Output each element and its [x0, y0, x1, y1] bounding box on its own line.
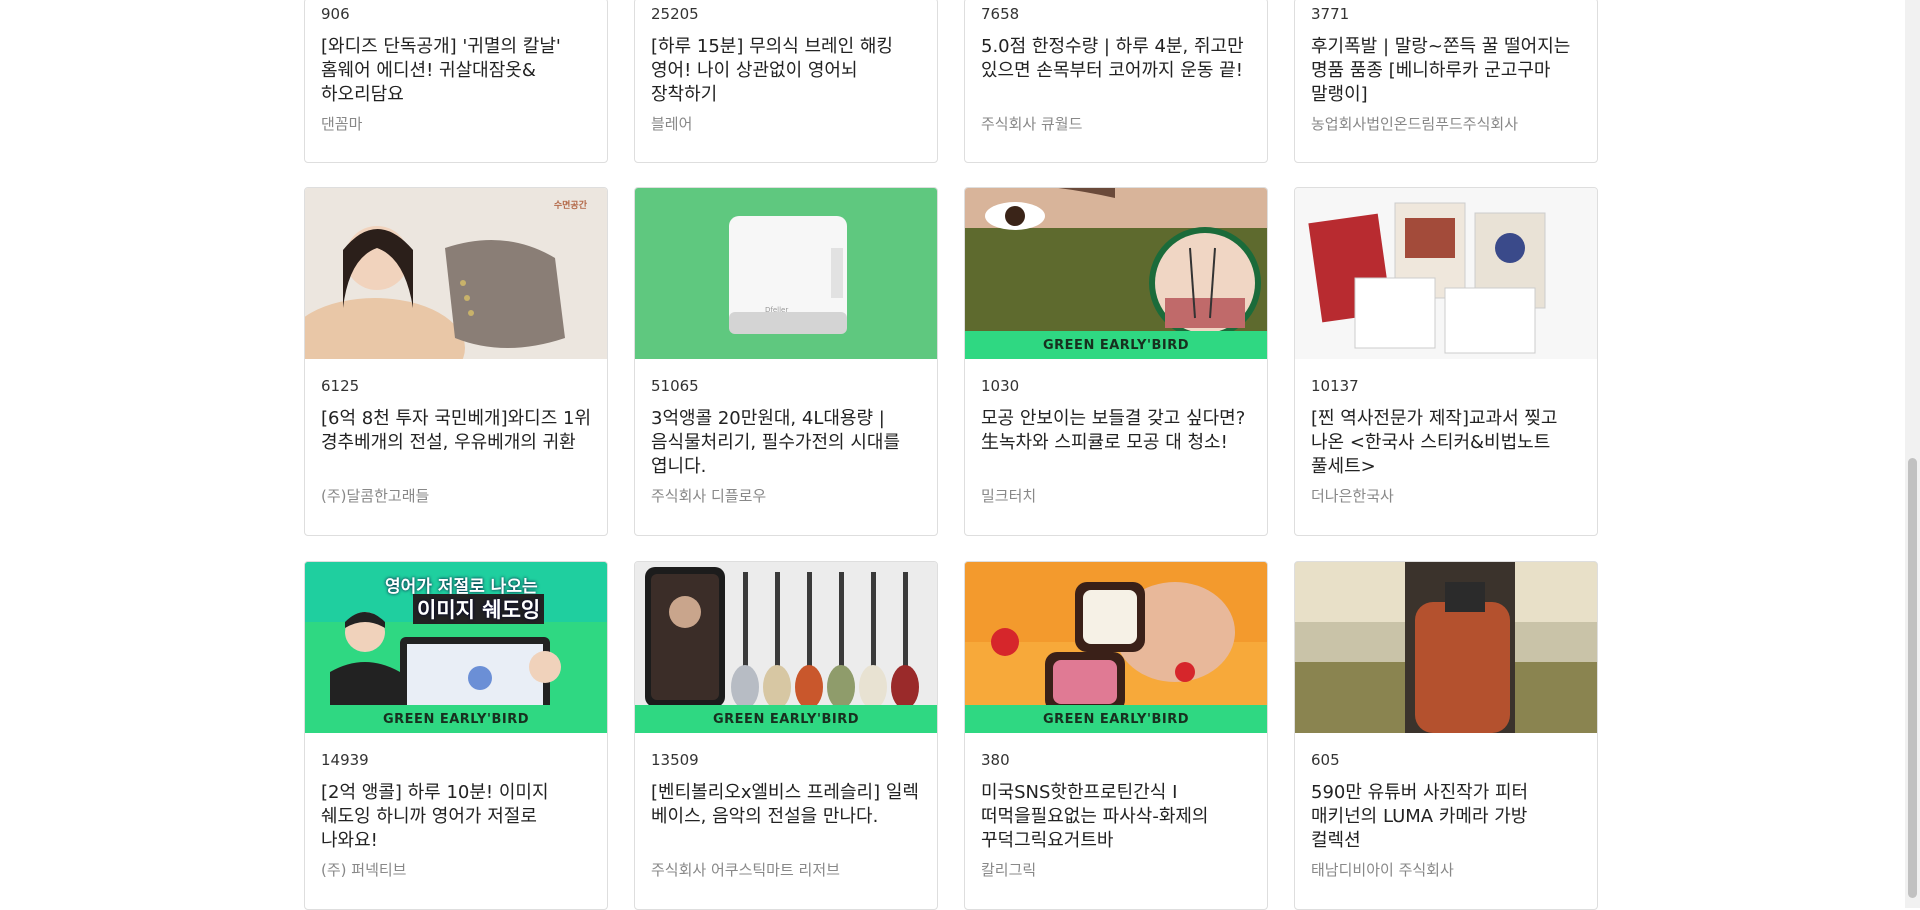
bass-guitars-photo[interactable]: GREEN EARLY'BIRD — [635, 562, 937, 733]
supporter-count: 7658 — [981, 5, 1020, 23]
maker-name[interactable]: 밀크터치 — [981, 486, 1251, 506]
project-title[interactable]: 5.0점 한정수량 | 하루 4분, 쥐고만 있으면 손목부터 코어까지 운동 … — [981, 35, 1251, 107]
supporter-count: 51065 — [651, 377, 699, 395]
project-card[interactable]: Dfeller 51065 3억앵콜 20만원대, 4L대용량 | 음식물처리기… — [634, 187, 938, 536]
supporter-count: 6125 — [321, 377, 360, 395]
pillow-photo[interactable]: 수면공간 — [305, 188, 607, 359]
brand-logo-text: 수면공간 — [553, 201, 587, 211]
project-title[interactable]: [찐 역사전문가 제작]교과서 찢고 나온 <한국사 스티커&비법노트 풀세트> — [1311, 407, 1581, 479]
supporter-count: 14939 — [321, 751, 369, 769]
project-title[interactable]: [2억 앵콜] 하루 10분! 이미지 쉐도잉 하니까 영어가 저절로 나와요! — [321, 781, 591, 853]
supporter-count: 25205 — [651, 5, 699, 23]
supporter-count: 380 — [981, 751, 1010, 769]
project-card[interactable]: GREEN EARLY'BIRD 380 미국SNS핫한프로틴간식 I 떠먹을필… — [964, 561, 1268, 910]
vertical-scrollbar[interactable] — [1905, 0, 1920, 908]
project-card[interactable]: 7658 5.0점 한정수량 | 하루 4분, 쥐고만 있으면 손목부터 코어까… — [964, 0, 1268, 163]
maker-name[interactable]: (주) 퍼넥티브 — [321, 860, 591, 880]
maker-name[interactable]: 주식회사 디플로우 — [651, 486, 921, 506]
project-title[interactable]: 3억앵콜 20만원대, 4L대용량 | 음식물처리기, 필수가전의 시대를 엽니… — [651, 407, 921, 479]
project-title[interactable]: 590만 유튜버 사진작가 피터 매키넌의 LUMA 카메라 가방 컬렉션 — [1311, 781, 1581, 853]
supporter-count: 10137 — [1311, 377, 1359, 395]
green-early-bird-banner: GREEN EARLY'BIRD — [635, 705, 937, 733]
project-card[interactable]: 수면공간 6125 [6억 8천 투자 국민베개]와디즈 1위 경추베개의 전설… — [304, 187, 608, 536]
project-title[interactable]: [하루 15분] 무의식 브레인 해킹 영어! 나이 상관없이 영어뇌 장착하기 — [651, 35, 921, 107]
project-title[interactable]: [6억 8천 투자 국민베개]와디즈 1위 경추베개의 전설, 우유베개의 귀환 — [321, 407, 591, 479]
supporter-count: 3771 — [1311, 5, 1350, 23]
maker-name[interactable]: 칼리그릭 — [981, 860, 1251, 880]
image-headline-line2: 이미지 쉐도잉 — [413, 594, 545, 624]
project-card[interactable]: 3771 후기폭발 | 말랑~쫀득 꿀 떨어지는 명품 품종 [베니하루카 군고… — [1294, 0, 1598, 163]
camera-bag-photo[interactable] — [1295, 562, 1597, 733]
project-card[interactable]: 906 [와디즈 단독공개] '귀멸의 칼날' 홈웨어 에디션! 귀살대잠옷&하… — [304, 0, 608, 163]
project-title[interactable]: [와디즈 단독공개] '귀멸의 칼날' 홈웨어 에디션! 귀살대잠옷&하오리담요 — [321, 35, 591, 107]
green-early-bird-banner: GREEN EARLY'BIRD — [965, 705, 1267, 733]
maker-name[interactable]: 주식회사 큐월드 — [981, 114, 1251, 134]
project-grid: 906 [와디즈 단독공개] '귀멸의 칼날' 홈웨어 에디션! 귀살대잠옷&하… — [0, 0, 1905, 910]
maker-name[interactable]: 농업회사법인온드림푸드주식회사 — [1311, 114, 1581, 134]
maker-name[interactable]: 더나은한국사 — [1311, 486, 1581, 506]
supporter-count: 605 — [1311, 751, 1340, 769]
yogurt-bar-photo[interactable]: GREEN EARLY'BIRD — [965, 562, 1267, 733]
project-title[interactable]: 모공 안보이는 보들결 갖고 싶다면? 生녹차와 스피큘로 모공 대 청소! — [981, 407, 1251, 479]
supporter-count: 906 — [321, 5, 350, 23]
project-card[interactable]: GREEN EARLY'BIRD 13509 [벤티볼리오x엘비스 프레슬리] … — [634, 561, 938, 910]
project-card[interactable]: 10137 [찐 역사전문가 제작]교과서 찢고 나온 <한국사 스티커&비법노… — [1294, 187, 1598, 536]
green-mask-photo[interactable]: GREEN EARLY'BIRD — [965, 188, 1267, 359]
project-card[interactable]: 영어가 저절로 나오는 이미지 쉐도잉 GREEN EARLY'BIRD 149… — [304, 561, 608, 910]
green-early-bird-banner: GREEN EARLY'BIRD — [965, 331, 1267, 359]
supporter-count: 13509 — [651, 751, 699, 769]
product-logo-text: Dfeller — [765, 306, 789, 314]
green-early-bird-banner: GREEN EARLY'BIRD — [305, 705, 607, 733]
maker-name[interactable]: 블레어 — [651, 114, 921, 134]
maker-name[interactable]: 태남디비아이 주식회사 — [1311, 860, 1581, 880]
food-waste-processor-photo[interactable]: Dfeller — [635, 188, 937, 359]
english-shadowing-photo[interactable]: 영어가 저절로 나오는 이미지 쉐도잉 GREEN EARLY'BIRD — [305, 562, 607, 733]
project-title[interactable]: 후기폭발 | 말랑~쫀득 꿀 떨어지는 명품 품종 [베니하루카 군고구마 말랭… — [1311, 35, 1581, 107]
project-card[interactable]: 25205 [하루 15분] 무의식 브레인 해킹 영어! 나이 상관없이 영어… — [634, 0, 938, 163]
history-sticker-photo[interactable] — [1295, 188, 1597, 359]
maker-name[interactable]: 댄꼼마 — [321, 114, 591, 134]
maker-name[interactable]: (주)달콤한고래들 — [321, 486, 591, 506]
project-card[interactable]: 605 590만 유튜버 사진작가 피터 매키넌의 LUMA 카메라 가방 컬렉… — [1294, 561, 1598, 910]
project-title[interactable]: 미국SNS핫한프로틴간식 I 떠먹을필요없는 파사삭-화제의 꾸덕그릭요거트바 — [981, 781, 1251, 853]
maker-name[interactable]: 주식회사 어쿠스틱마트 리저브 — [651, 860, 921, 880]
supporter-count: 1030 — [981, 377, 1020, 395]
project-title[interactable]: [벤티볼리오x엘비스 프레슬리] 일렉 베이스, 음악의 전설을 만나다. — [651, 781, 921, 853]
scrollbar-thumb[interactable] — [1908, 458, 1917, 898]
project-card[interactable]: GREEN EARLY'BIRD 1030 모공 안보이는 보들결 갖고 싶다면… — [964, 187, 1268, 536]
